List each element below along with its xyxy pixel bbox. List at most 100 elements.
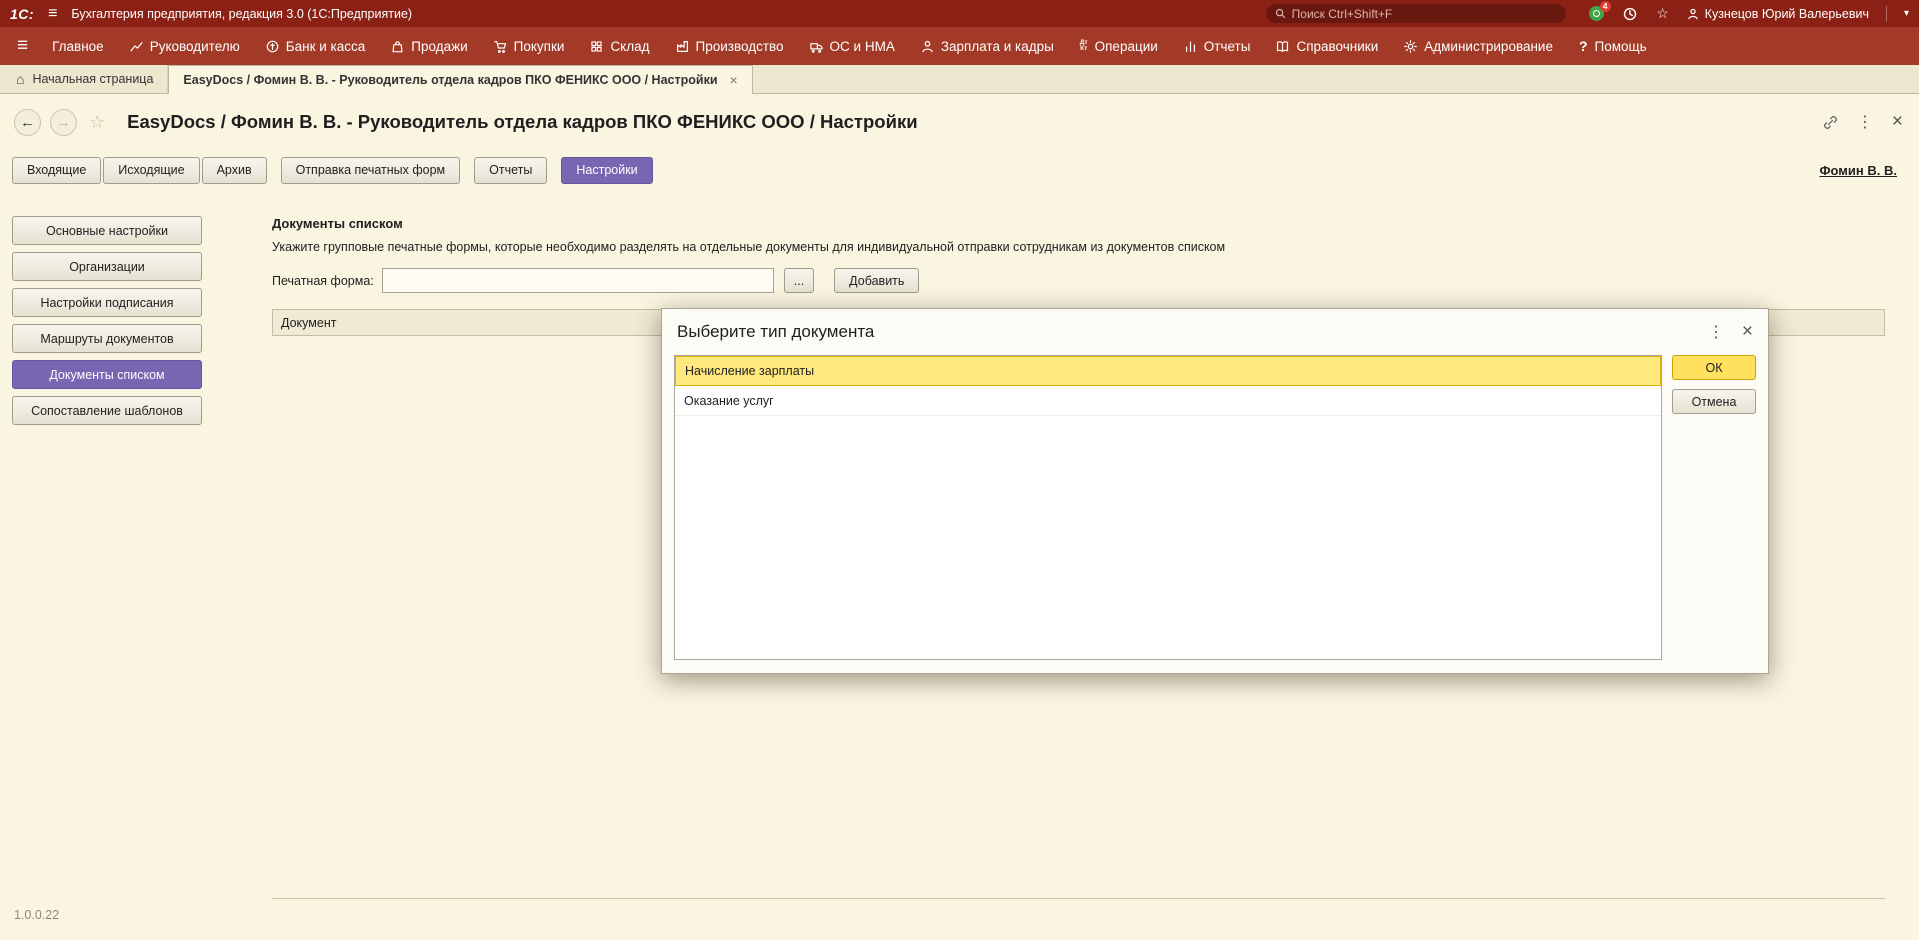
forward-button[interactable]: → (50, 109, 77, 136)
menubar-item-label: Банк и касса (286, 39, 366, 54)
titlebar-icons: 4 ☆ Кузнецов Юрий Валерьевич ▾ (1588, 5, 1909, 23)
help-icon: ? (1579, 39, 1588, 53)
bank-icon (266, 40, 279, 53)
history-icon[interactable] (1621, 5, 1639, 23)
window-titlebar: 1С: ≡ Бухгалтерия предприятия, редакция … (0, 0, 1919, 27)
menubar-item-label: Склад (610, 39, 649, 54)
document-type-dialog: Выберите тип документа ⋮ × Начисление за… (661, 308, 1769, 674)
menubar-item[interactable]: Зарплата и кадры (908, 27, 1067, 65)
sections-menubar: ≡ Главное Руководителю Банк и касса Прод… (0, 27, 1919, 65)
cart-icon (494, 40, 507, 53)
back-button[interactable]: ← (14, 109, 41, 136)
menubar-item[interactable]: Банк и касса (253, 27, 379, 65)
menubar-item-label: Отчеты (1204, 39, 1251, 54)
sales-bag-icon (391, 40, 404, 53)
menubar-item[interactable]: Руководителю (117, 27, 253, 65)
warehouse-icon (590, 40, 603, 53)
current-profile-link[interactable]: Фомин В. В. (1819, 163, 1897, 178)
menubar-item-label: Зарплата и кадры (941, 39, 1054, 54)
menubar-item[interactable]: Склад (577, 27, 662, 65)
chart-line-icon (130, 40, 143, 53)
dialog-close-icon[interactable]: × (1742, 321, 1753, 343)
menubar-item-label: Покупки (514, 39, 565, 54)
more-actions-icon[interactable]: ⋮ (1857, 112, 1873, 132)
nav-button[interactable]: Настройки (561, 157, 652, 184)
global-search-input[interactable] (1292, 7, 1557, 21)
nav-button[interactable]: Архив (202, 157, 267, 184)
person-icon (921, 40, 934, 53)
nav-button[interactable]: Отправка печатных форм (281, 157, 461, 184)
list-item[interactable]: Оказание услуг (675, 386, 1661, 416)
sidebar-button[interactable]: Маршруты документов (12, 324, 202, 353)
sidebar-button[interactable]: Документы списком (12, 360, 202, 389)
current-user[interactable]: Кузнецов Юрий Валерьевич (1687, 7, 1869, 21)
reports-icon (1184, 40, 1197, 53)
menubar-item[interactable]: Продажи (378, 27, 480, 65)
operations-icon: ДтКт (1080, 40, 1088, 53)
app-window: { "titlebar": { "logo": "1С:", "title": … (0, 0, 1919, 940)
menubar-item-label: ОС и НМА (830, 39, 895, 54)
menubar-item[interactable]: Справочники (1263, 27, 1391, 65)
nav-button[interactable]: Входящие (12, 157, 101, 184)
settings-sidebar: Основные настройки Организации Настройки… (0, 190, 272, 899)
print-form-input[interactable] (382, 268, 774, 293)
list-item[interactable]: Начисление зарплаты (675, 356, 1661, 386)
sidebar-button[interactable]: Сопоставление шаблонов (12, 396, 202, 425)
nav-button[interactable]: Исходящие (103, 157, 199, 184)
home-icon: ⌂ (16, 71, 24, 87)
favorite-star-icon[interactable]: ☆ (89, 112, 105, 133)
section-heading: Документы списком (272, 216, 1885, 231)
menubar-item[interactable]: Производство (663, 27, 797, 65)
truck-icon (810, 40, 823, 53)
search-icon (1275, 8, 1286, 19)
menubar-item-label: Руководителю (150, 39, 240, 54)
add-button[interactable]: Добавить (834, 268, 919, 293)
page-header: ← → ☆ EasyDocs / Фомин В. В. - Руководит… (0, 94, 1919, 150)
nav-button[interactable]: Отчеты (474, 157, 547, 184)
sections-menu-button[interactable]: ≡ (6, 35, 39, 57)
dialog-more-icon[interactable]: ⋮ (1708, 322, 1724, 342)
menubar-item[interactable]: ОС и НМА (797, 27, 908, 65)
favorites-star-icon[interactable]: ☆ (1654, 5, 1672, 23)
global-search-box[interactable] (1266, 4, 1566, 23)
menubar-item-label: Производство (696, 39, 784, 54)
sidebar-button[interactable]: Настройки подписания (12, 288, 202, 317)
version-label: 1.0.0.22 (0, 899, 1919, 940)
get-link-icon[interactable] (1823, 115, 1838, 130)
menubar-item[interactable]: Отчеты (1171, 27, 1264, 65)
window-title: Бухгалтерия предприятия, редакция 3.0 (1… (71, 7, 412, 21)
sidebar-button[interactable]: Организации (12, 252, 202, 281)
main-menu-button[interactable]: ≡ (44, 5, 61, 23)
menubar-item[interactable]: Главное (39, 27, 117, 65)
browse-button[interactable]: ... (784, 268, 814, 293)
notification-badge: 4 (1600, 1, 1611, 12)
menubar-item-label: Помощь (1595, 39, 1647, 54)
print-form-row: Печатная форма: ... Добавить (272, 268, 1885, 293)
menubar-item[interactable]: ДтКт Операции (1067, 27, 1171, 65)
discussions-icon[interactable]: 4 (1588, 5, 1606, 23)
sidebar-button[interactable]: Основные настройки (12, 216, 202, 245)
dialog-body: Начисление зарплаты Оказание услуг ОК От… (662, 355, 1768, 673)
cancel-button[interactable]: Отмена (1672, 389, 1756, 414)
book-icon (1276, 40, 1289, 53)
gear-icon (1404, 40, 1417, 53)
ok-button[interactable]: ОК (1672, 355, 1756, 380)
menubar-item[interactable]: ? Помощь (1566, 27, 1660, 65)
menubar-item[interactable]: Покупки (481, 27, 578, 65)
menubar-item[interactable]: Администрирование (1391, 27, 1566, 65)
menubar-item-label: Операции (1095, 39, 1158, 54)
print-form-label: Печатная форма: (272, 274, 374, 288)
form-toolbar: Входящие Исходящие Архив Отправка печатн… (0, 150, 1919, 190)
menubar-items: Главное Руководителю Банк и касса Продаж… (39, 27, 1660, 65)
page-header-actions: ⋮ × (1823, 111, 1903, 133)
titlebar-dropdown-icon[interactable]: ▾ (1904, 8, 1909, 19)
tab-easydocs-settings[interactable]: EasyDocs / Фомин В. В. - Руководитель от… (168, 65, 752, 94)
tab-home-page[interactable]: ⌂ Начальная страница (2, 65, 168, 93)
user-icon (1687, 8, 1699, 20)
user-name: Кузнецов Юрий Валерьевич (1705, 7, 1869, 21)
menubar-item-label: Справочники (1296, 39, 1378, 54)
dialog-buttons: ОК Отмена (1672, 355, 1756, 660)
close-page-icon[interactable]: × (1892, 111, 1903, 133)
tab-close-icon[interactable]: × (730, 72, 738, 88)
1c-logo-icon: 1С: (10, 6, 34, 22)
